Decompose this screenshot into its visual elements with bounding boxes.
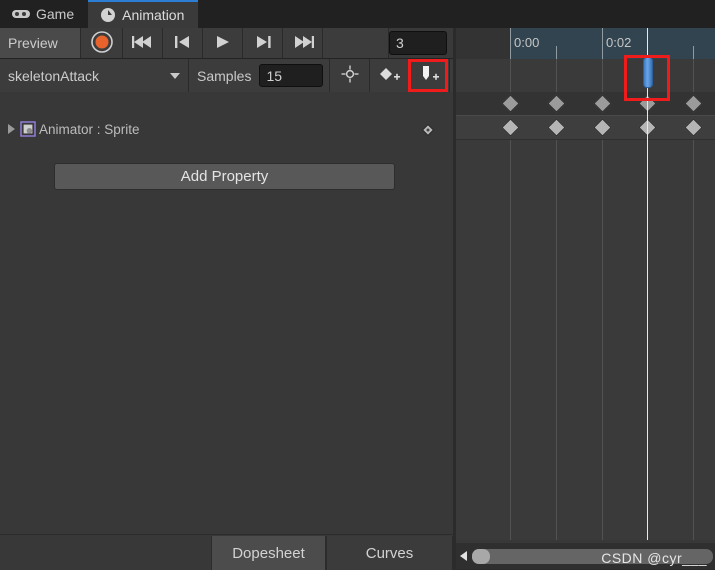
preview-button-label: Preview [8,35,58,51]
samples-label: Samples [197,67,252,84]
add-event-button[interactable] [410,59,450,92]
key-filter-button[interactable] [330,59,370,92]
keyframe-diamond-icon[interactable] [684,94,703,113]
ruler-tick-minor [556,46,557,59]
ruler-label-0: 0:00 [514,35,540,50]
tab-dopesheet[interactable]: Dopesheet [211,536,326,570]
current-frame-input[interactable]: 3 [389,31,447,55]
foldout-collapsed-icon[interactable] [8,124,15,134]
ruler-label-1: 0:02 [606,35,632,50]
keyframe-diamond-icon[interactable] [547,94,566,113]
horizontal-scrollbar[interactable]: CSDN @cyr___ [456,543,715,569]
unity-animation-window: Game Animation Preview 3 skeletonAttack … [0,0,715,570]
keyframe-diamond-icon[interactable] [547,118,566,137]
tab-curves-label: Curves [365,544,414,562]
sprite-icon [20,121,36,137]
play-button[interactable] [203,28,243,58]
add-keyframe-icon [378,65,402,86]
tab-game-label: Game [36,6,75,22]
add-keyframe-button[interactable] [370,59,410,92]
tab-dopesheet-label: Dopesheet [232,544,305,562]
timeline-panel: 0:00 0:02 [456,28,715,540]
skip-to-end-icon [292,35,314,52]
clock-icon [100,7,116,23]
clip-toolbar: skeletonAttack Samples 15 [0,59,453,92]
ruler-tick-major [602,28,603,59]
gamepad-icon [12,7,30,21]
playback-toolbar: Preview 3 [0,28,453,59]
add-property-button-label: Add Property [180,168,269,185]
tab-animation-label: Animation [122,7,185,23]
step-back-icon [174,35,192,52]
keyframe-diamond-icon[interactable] [501,94,520,113]
play-icon [215,35,231,52]
record-icon [90,30,113,56]
watermark-label: CSDN @cyr___ [601,549,707,566]
ruler-tick-minor [693,46,694,59]
timeline-ruler[interactable]: 0:00 0:02 [456,28,715,59]
scrollbar-track[interactable]: CSDN @cyr___ [472,548,713,566]
clip-name-label: skeletonAttack [8,67,100,84]
add-property-button[interactable]: Add Property [54,163,395,190]
target-pivot-icon [341,65,359,86]
samples-field-group: Samples 15 [189,59,330,92]
keyframe-diamond-icon[interactable] [421,123,435,139]
toolbar-spacer [323,28,389,58]
next-frame-button[interactable] [243,28,283,58]
keyframe-diamond-icon[interactable] [684,118,703,137]
first-frame-button[interactable] [123,28,163,58]
chevron-down-icon [170,72,180,79]
tab-curves[interactable]: Curves [326,536,453,570]
tab-game[interactable]: Game [0,0,89,28]
window-tab-bar: Game Animation [0,0,715,28]
keyframe-diamond-icon[interactable] [593,118,612,137]
prev-frame-button[interactable] [163,28,203,58]
preview-button[interactable]: Preview [0,28,81,58]
clip-dropdown[interactable]: skeletonAttack [0,59,189,92]
skip-to-start-icon [131,35,154,52]
playhead-thumb-icon[interactable] [643,57,653,88]
samples-input[interactable]: 15 [259,64,323,87]
dopesheet-row-summary[interactable] [456,92,715,115]
property-row-animator-sprite[interactable]: Animator : Sprite [0,118,453,140]
property-list-panel: Animator : Sprite Add Property [0,92,453,534]
scroll-left-arrow-icon[interactable] [456,543,472,569]
last-frame-button[interactable] [283,28,323,58]
record-button[interactable] [81,28,123,58]
add-event-icon [418,64,442,87]
dopesheet-row-sprite[interactable] [456,115,715,140]
keyframe-diamond-icon[interactable] [501,118,520,137]
ruler-tick-major [510,28,511,59]
tab-animation[interactable]: Animation [88,0,199,28]
dopesheet-track-area[interactable] [456,59,715,540]
bottom-mode-bar: Dopesheet Curves [0,534,453,570]
playhead-line [647,28,648,540]
step-forward-icon [254,35,272,52]
scrollbar-thumb[interactable] [472,548,490,564]
property-row-label: Animator : Sprite [39,121,140,137]
keyframe-diamond-icon[interactable] [593,94,612,113]
